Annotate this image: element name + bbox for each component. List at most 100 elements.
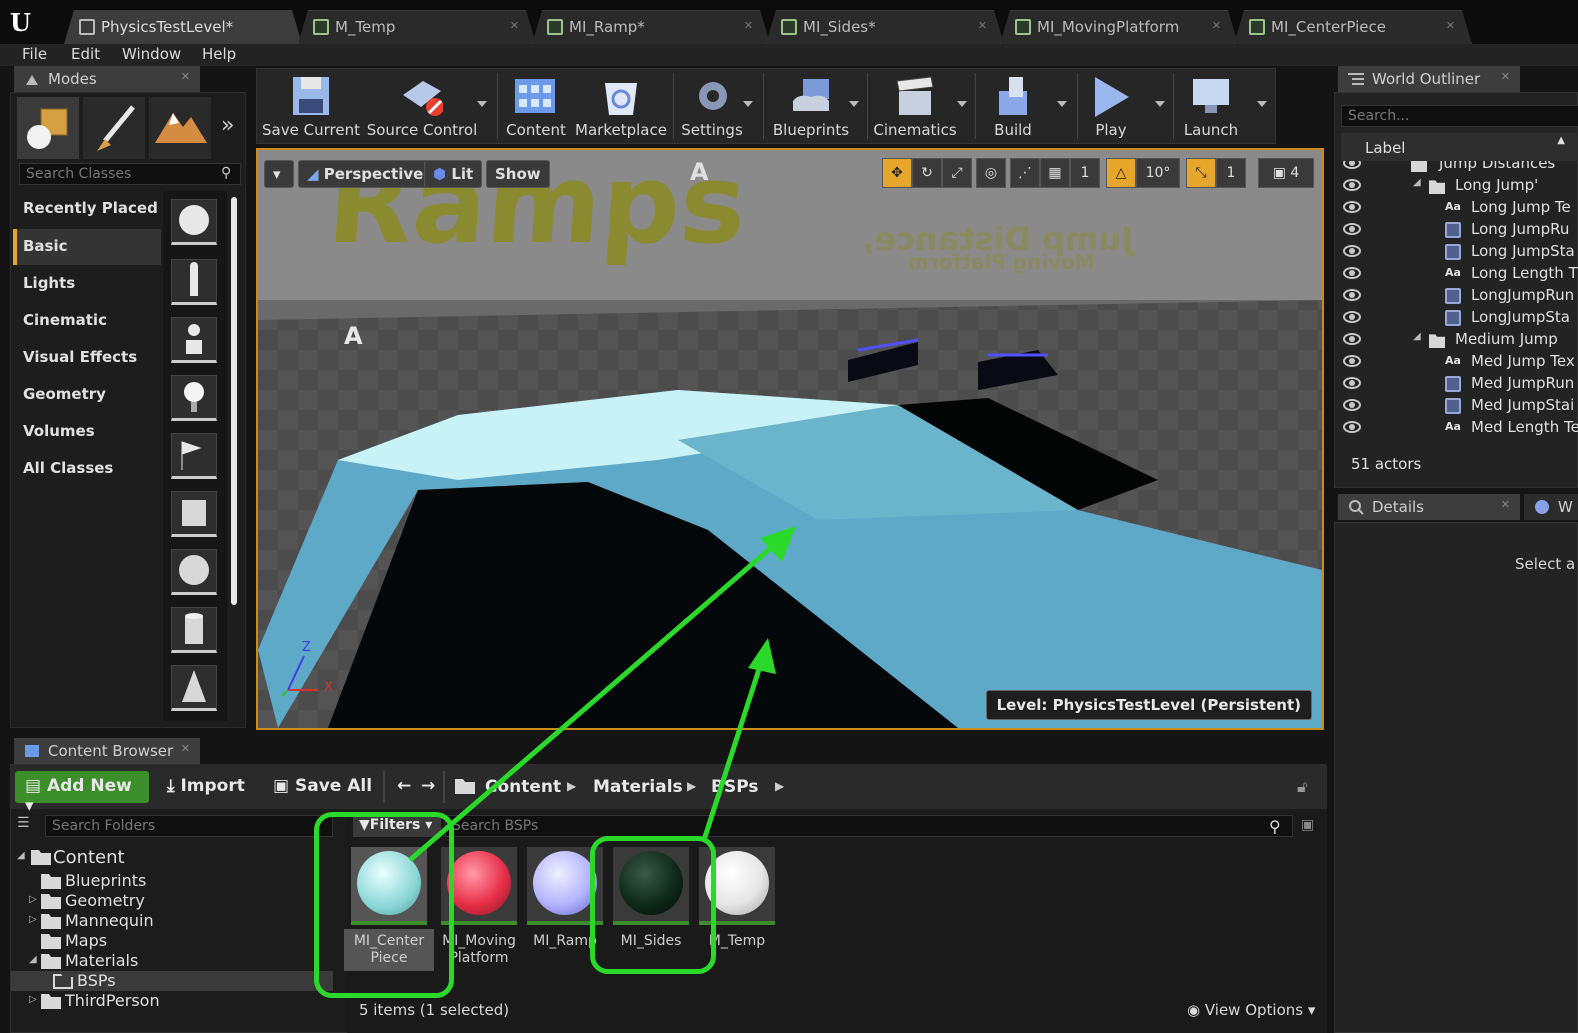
outliner-row[interactable]: Med JumpRun [1335,373,1578,395]
visibility-eye-icon[interactable] [1343,223,1361,235]
outliner-row[interactable]: Long JumpSta [1335,241,1578,263]
visibility-eye-icon[interactable] [1343,399,1361,411]
chevron-down-icon[interactable] [743,101,753,107]
place-mode-button[interactable] [17,97,79,159]
outliner-row[interactable]: Aa Med Jump Tex [1335,351,1578,373]
content-browser-tab[interactable]: Content Browser ✕ [14,738,200,764]
breadcrumb-content[interactable]: Content [485,777,561,797]
lit-button[interactable]: ⬢ Lit [424,160,483,188]
scale-snap-value[interactable]: 1 [1216,158,1246,188]
breadcrumb-arrow-icon[interactable]: ▶ [687,779,696,793]
chevron-down-icon[interactable] [1257,101,1267,107]
visibility-eye-icon[interactable] [1343,333,1361,345]
outliner-row[interactable]: LongJumpRun [1335,285,1578,307]
category-recently-placed[interactable]: Recently Placed [13,191,161,227]
play-button[interactable]: Play [1079,69,1143,143]
chevron-down-icon[interactable] [477,101,487,107]
source-control-button[interactable]: Source Control [365,69,479,143]
visibility-eye-icon[interactable] [1343,355,1361,367]
outliner-row[interactable]: Med JumpStai [1335,395,1578,417]
breadcrumb-bsps[interactable]: BSPs [711,777,758,797]
grid-snap-value[interactable]: 1 [1070,158,1100,188]
outliner-search-input[interactable]: Search... [1341,105,1578,127]
tab-physics-test-level[interactable]: PhysicsTestLevel* [64,10,302,44]
scale-tool-icon[interactable]: ⤢ [942,158,972,188]
marketplace-button[interactable]: Marketplace [575,69,667,143]
breadcrumb-arrow-icon[interactable]: ▶ [567,779,576,793]
show-button[interactable]: Show [486,160,550,188]
translate-tool-icon[interactable]: ✥ [882,158,912,188]
surface-snap-icon[interactable]: ⋰ [1010,158,1040,188]
tab-m-temp[interactable]: M_Temp ✕ [298,10,536,44]
history-forward-icon[interactable]: → [411,771,445,803]
save-all-button[interactable]: ▣ Save All [263,771,382,803]
tree-item-bsps[interactable]: BSPs [11,971,333,991]
save-current-button[interactable]: Save Current [261,69,361,143]
menu-file[interactable]: File [22,45,47,63]
category-all-classes[interactable]: All Classes [13,451,161,487]
breadcrumb-arrow-icon[interactable]: ▶ [775,779,784,793]
visibility-eye-icon[interactable] [1343,377,1361,389]
world-local-icon[interactable]: ◎ [976,158,1006,188]
tab-mi-moving-platform[interactable]: MI_MovingPlatform ✕ [1000,10,1238,44]
add-new-button[interactable]: ▤ Add New ▾ [15,771,149,816]
category-lights[interactable]: Lights [13,266,161,302]
world-settings-tab[interactable]: W [1524,494,1578,520]
visibility-eye-icon[interactable] [1343,161,1361,169]
category-volumes[interactable]: Volumes [13,414,161,450]
close-icon[interactable]: ✕ [1212,19,1221,32]
build-button[interactable]: Build [979,69,1047,143]
category-basic[interactable]: Basic [13,229,161,265]
save-search-icon[interactable]: ▣ [1301,817,1314,833]
chevron-down-icon[interactable] [1057,101,1067,107]
outliner-row[interactable]: Aa Long Length T [1335,263,1578,285]
chevron-down-icon[interactable] [957,101,967,107]
close-icon[interactable]: ✕ [1501,498,1510,511]
level-viewport[interactable]: Ramps Jump Distance, Moving Platform A A… [256,148,1324,730]
expand-arrow-icon[interactable]: ◢ [1413,331,1421,342]
visibility-eye-icon[interactable] [1343,421,1361,433]
outliner-row[interactable]: Aa Long Jump Te [1335,197,1578,219]
player-start-tile[interactable] [171,433,217,479]
tab-mi-center-piece[interactable]: MI_CenterPiece ✕ [1234,10,1472,44]
grid-snap-icon[interactable]: ▦ [1040,158,1070,188]
settings-button[interactable]: Settings [677,69,747,143]
menu-window[interactable]: Window [122,45,181,63]
label-column-header[interactable]: Label ▲ [1341,133,1578,161]
close-icon[interactable]: ✕ [181,742,190,755]
tab-mi-sides[interactable]: MI_Sides* ✕ [766,10,1004,44]
details-tab[interactable]: Details ✕ [1338,494,1520,520]
breadcrumb-materials[interactable]: Materials [593,777,683,797]
close-icon[interactable]: ✕ [1501,70,1510,83]
cube-tile[interactable] [171,491,217,537]
landscape-mode-button[interactable] [149,97,211,159]
camera-speed-button[interactable]: ▣ 4 [1258,158,1314,188]
menu-edit[interactable]: Edit [71,45,100,63]
sphere-tile[interactable] [171,199,217,245]
visibility-eye-icon[interactable] [1343,289,1361,301]
modes-tab[interactable]: Modes ✕ [14,66,200,92]
search-bsps-input[interactable]: Search BSPs [445,815,1293,837]
chevron-down-icon[interactable] [1155,101,1165,107]
cylinder-tile[interactable] [171,607,217,653]
outliner-row[interactable]: ◢ Long Jump' [1335,175,1578,197]
close-icon[interactable]: ✕ [1446,19,1455,32]
unreal-logo-icon[interactable]: U [10,8,44,38]
category-geometry[interactable]: Geometry [13,377,161,413]
visibility-eye-icon[interactable] [1343,311,1361,323]
visibility-eye-icon[interactable] [1343,179,1361,191]
outliner-row[interactable]: Jump Distances [1335,161,1578,175]
import-button[interactable]: ⤓ Import [157,771,255,803]
sphere-tile-2[interactable] [171,549,217,595]
outliner-row[interactable]: Long JumpRu [1335,219,1578,241]
pawn-tile[interactable] [171,317,217,363]
close-icon[interactable]: ✕ [978,19,987,32]
character-tile[interactable] [171,259,217,305]
lock-icon[interactable]: 🔓︎ [1297,777,1307,797]
content-button[interactable]: Content [501,69,571,143]
launch-button[interactable]: Launch [1175,69,1247,143]
category-cinematic[interactable]: Cinematic [13,303,161,339]
expand-arrow-icon[interactable]: ◢ [1413,177,1421,188]
menu-help[interactable]: Help [202,45,236,63]
rotation-snap-value[interactable]: 10° [1136,158,1180,188]
